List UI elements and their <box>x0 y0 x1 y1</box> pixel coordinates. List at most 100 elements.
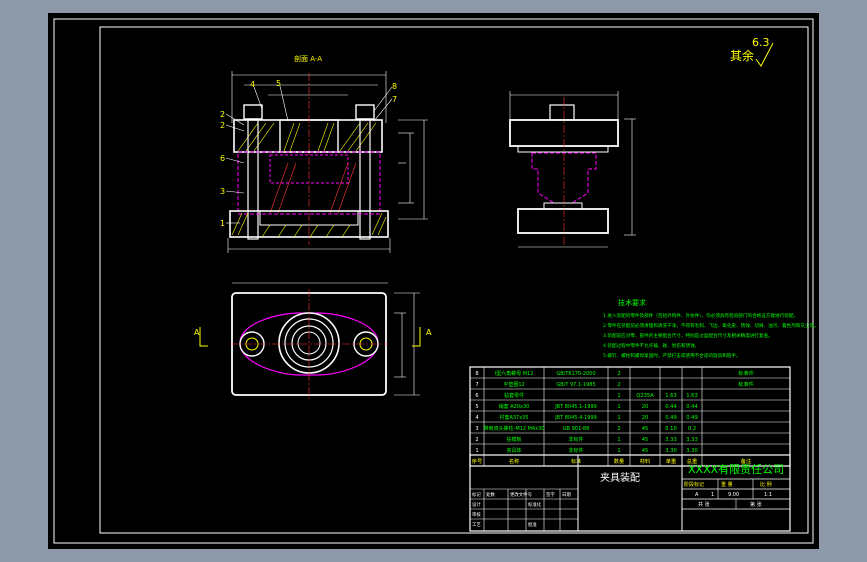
weight-label: 重 量 <box>721 481 733 488</box>
roughness-value: 6.3 <box>752 36 770 49</box>
bom-cell: 1 <box>617 415 620 421</box>
bom-cell: 20 <box>642 404 649 410</box>
bom-cell: 1.63 <box>686 393 698 399</box>
bom-cell: 6 <box>475 393 478 399</box>
bom-cell: 1 <box>617 404 620 410</box>
tb-process: 工艺 <box>472 522 481 528</box>
bom-cell: GB 901-88 <box>563 426 590 432</box>
bom-cell: 1 <box>475 448 478 454</box>
tb-count: 处数 <box>486 491 495 498</box>
bom-cell: 45 <box>642 437 649 443</box>
bom-cell: Q235A <box>636 393 654 399</box>
bom-cell: JBT 8045.4-1999 <box>554 415 597 421</box>
bom-header-cell: 单重 <box>666 457 676 465</box>
bom-cell: 8 <box>475 371 478 377</box>
bom-cell: 45 <box>642 448 649 454</box>
view-mark-right: A <box>426 328 432 337</box>
roughness-symbol: 其余 6.3 <box>730 36 774 67</box>
leader-4: 4 <box>250 80 255 89</box>
bom-cell: 标准件 <box>738 369 754 377</box>
bom-cell: 1 <box>617 393 620 399</box>
tb-approve: 批准 <box>528 521 537 528</box>
leader-1-upper: 3 <box>220 187 225 196</box>
bom-cell: 45 <box>642 426 649 432</box>
bom-cell: 2 <box>617 426 620 432</box>
bom-cell: 1.63 <box>665 393 677 399</box>
bom-cell: I型六角螺母 M12 <box>495 370 534 377</box>
bom-cell: 4 <box>475 415 479 421</box>
bom-header-cell: 材料 <box>640 457 650 465</box>
tech-req-line-5: 5.螺钉、螺栓和螺母紧固时，严禁打击或使用不合适的旋具和扳手。 <box>603 352 741 359</box>
bom-header-cell: 数量 <box>614 457 624 465</box>
bom-cell: 标准件 <box>738 380 754 388</box>
company-name: XXXX有限责任公司 <box>688 462 784 476</box>
bom-cell: 夹具体 <box>506 447 521 454</box>
bom-cell: JBT 8045.1-1999 <box>554 404 597 410</box>
leader-8: 8 <box>392 82 397 91</box>
bom-cell: 1 <box>617 448 620 454</box>
bom-cell: 钻模板 <box>506 436 521 443</box>
tb-change: 更改文件号 <box>510 491 533 498</box>
stage-mark: A <box>695 492 699 498</box>
tb-standard: 标准化 <box>528 501 542 508</box>
leader-2a: 2 <box>220 110 225 119</box>
cad-drawing: 其余 6.3 剖面 A-A 2 2 6 3 1 4 5 8 7 A A 技术要求… <box>53 18 819 544</box>
tb-design: 设计 <box>472 501 481 508</box>
tech-requirements: 技术要求 1.进入装配的零件及部件（包括外购件、外协件），均必须具有检验部门的合… <box>603 298 819 359</box>
bom-cell: 5 <box>475 404 478 410</box>
bom-cell: 2 <box>475 437 478 443</box>
view-mark-left: A <box>194 328 200 337</box>
bom-cell: 3.30 <box>686 448 698 454</box>
bom-header-cell: 名称 <box>509 458 519 465</box>
sheet-number: 第 张 <box>750 501 762 508</box>
bom-cell: 3 <box>475 426 478 432</box>
tech-req-heading: 技术要求 <box>618 298 646 307</box>
bom-cell: 0.10 <box>665 426 677 432</box>
bom-cell: GB/T6170-2000 <box>556 371 595 377</box>
leader-7: 7 <box>392 95 397 104</box>
front-section-view: 2 2 6 3 1 4 5 8 7 <box>220 71 428 253</box>
bom-cell: 0.44 <box>686 404 698 410</box>
tech-req-line-1: 1.进入装配的零件及部件（包括外购件、外协件），均必须具有检验部门的合格证方能进… <box>603 312 798 319</box>
stage-label: 阶段标记 <box>684 481 704 488</box>
section-label: 剖面 A-A <box>294 54 322 63</box>
bom-cell: 衬套A37x35 <box>499 414 528 421</box>
tb-sign: 签字 <box>546 491 555 498</box>
roughness-label: 其余 <box>730 48 754 63</box>
bom-cell: 1 <box>617 437 620 443</box>
bom-cell: 0.49 <box>686 415 698 421</box>
bom-cell: 0.49 <box>665 415 677 421</box>
bom-cell: GB/T 97.1-1985 <box>556 382 595 388</box>
bom-cell: 3.33 <box>665 437 677 443</box>
sheet-total: 共 张 <box>698 501 710 508</box>
drawing-name: 夹具装配 <box>600 471 640 484</box>
quantity-value: 1 <box>711 492 714 498</box>
bill-of-materials: 8 I型六角螺母 M12 GB/T6170-2000 2 标准件 7 平垫圈12 GB/T 9… <box>469 366 791 467</box>
leader-1: 1 <box>220 219 225 228</box>
bom-cell: 3.33 <box>686 437 698 443</box>
tech-req-line-2: 2.零件在装配前必须清理和清洗干净，不得有毛刺、飞边、氧化皮、锈蚀、切屑、油污、… <box>603 322 819 329</box>
weight-value: 9.00 <box>728 492 739 498</box>
bom-cell: 0.44 <box>665 404 677 410</box>
scale-value: 1:1 <box>764 492 772 498</box>
drawing-sheet: 其余 6.3 剖面 A-A 2 2 6 3 1 4 5 8 7 A A 技术要求… <box>48 13 819 549</box>
bom-cell: 非标件 <box>568 447 583 454</box>
bom-cell: 平垫圈12 <box>503 381 524 388</box>
bom-header-cell: 标准 <box>571 458 581 465</box>
bom-cell: 钻套零件 <box>504 392 524 399</box>
scale-label: 比 例 <box>760 481 772 488</box>
bom-cell: 带肩双头螺柱-M12 M4x30 <box>484 425 545 432</box>
bom-cell: 7 <box>475 382 478 388</box>
leader-6: 6 <box>220 154 225 163</box>
tech-req-line-4: 4.装配过程中零件不允许磕、碰、划伤和锈蚀。 <box>603 342 699 349</box>
bom-cell: 2 <box>617 382 620 388</box>
bom-cell: 20 <box>642 415 649 421</box>
leader-5: 5 <box>276 79 281 88</box>
bom-header-cell: 序号 <box>472 457 482 465</box>
bom-cell: 非标件 <box>568 436 583 443</box>
bom-cell: 0.2 <box>688 426 696 432</box>
leader-2b: 2 <box>220 121 225 130</box>
tech-req-line-3: 3.装配前应对零、部件的主要配合尺寸，特别是过盈配合尺寸及相关精度进行复查。 <box>603 332 773 339</box>
tb-check: 审核 <box>472 511 481 518</box>
tb-date: 日期 <box>562 492 571 498</box>
